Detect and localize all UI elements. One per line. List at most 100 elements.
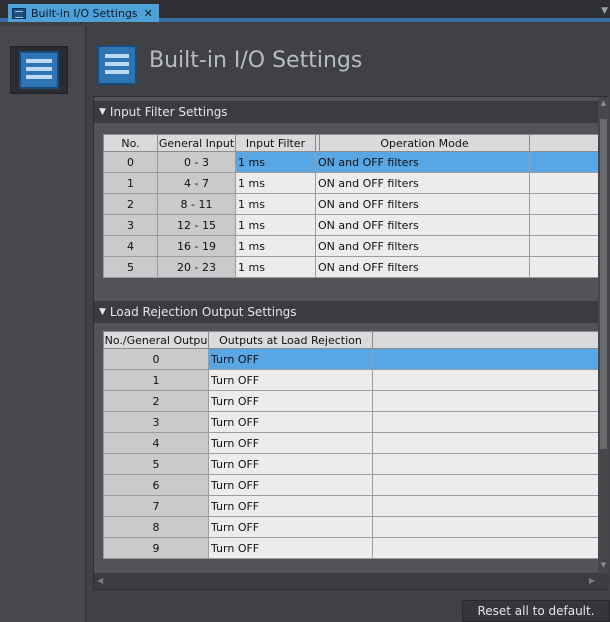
row-output[interactable]: Turn OFF xyxy=(208,474,373,496)
row-empty xyxy=(372,453,601,475)
table-row[interactable]: 6 Turn OFF xyxy=(103,474,601,496)
row-no: 9 xyxy=(103,537,209,559)
row-general-input: 0 - 3 xyxy=(157,151,236,173)
row-operation-mode[interactable]: ON and OFF filters xyxy=(315,235,530,257)
row-output[interactable]: Turn OFF xyxy=(208,432,373,454)
row-operation-mode[interactable]: ON and OFF filters xyxy=(315,172,530,194)
row-no: 1 xyxy=(103,172,158,194)
row-empty xyxy=(529,235,601,257)
row-no: 6 xyxy=(103,474,209,496)
row-input-filter[interactable]: 1 ms xyxy=(235,172,316,194)
column-header-outputs-at-load-rejection[interactable]: Outputs at Load Rejection xyxy=(208,331,373,349)
row-empty xyxy=(529,172,601,194)
row-output[interactable]: Turn OFF xyxy=(208,390,373,412)
row-operation-mode[interactable]: ON and OFF filters xyxy=(315,256,530,278)
column-header-operation-mode[interactable]: Operation Mode xyxy=(319,134,530,152)
row-no: 5 xyxy=(103,256,158,278)
row-input-filter[interactable]: 1 ms xyxy=(235,256,316,278)
row-no: 2 xyxy=(103,390,209,412)
row-empty xyxy=(372,474,601,496)
row-output[interactable]: Turn OFF xyxy=(208,516,373,538)
io-settings-icon xyxy=(19,51,59,89)
column-header-no-general-output[interactable]: No./General Outpu xyxy=(103,331,209,349)
row-empty xyxy=(372,411,601,433)
row-general-input: 4 - 7 xyxy=(157,172,236,194)
row-no: 0 xyxy=(103,151,158,173)
column-header-empty xyxy=(372,331,601,349)
row-no: 8 xyxy=(103,516,209,538)
row-empty xyxy=(529,151,601,173)
row-no: 4 xyxy=(103,235,158,257)
row-input-filter[interactable]: 1 ms xyxy=(235,235,316,257)
table-row[interactable]: 4 Turn OFF xyxy=(103,432,601,454)
row-general-input: 20 - 23 xyxy=(157,256,236,278)
row-operation-mode[interactable]: ON and OFF filters xyxy=(315,193,530,215)
section-title: Input Filter Settings xyxy=(109,105,228,119)
row-output[interactable]: Turn OFF xyxy=(208,369,373,391)
table-row[interactable]: 3 Turn OFF xyxy=(103,411,601,433)
tab-label: Built-in I/O Settings xyxy=(31,6,138,20)
column-header-general-input[interactable]: General Input xyxy=(157,134,236,152)
column-header-no[interactable]: No. xyxy=(103,134,158,152)
reset-all-button[interactable]: Reset all to default. xyxy=(462,600,610,622)
builtin-io-nav-button[interactable] xyxy=(10,46,68,94)
column-header-input-filter[interactable]: Input Filter xyxy=(235,134,316,152)
row-input-filter[interactable]: 1 ms xyxy=(235,214,316,236)
row-output[interactable]: Turn OFF xyxy=(208,453,373,475)
table-row[interactable]: 3 12 - 15 1 ms ON and OFF filters xyxy=(103,214,601,236)
io-settings-icon xyxy=(12,7,26,19)
row-empty xyxy=(372,516,601,538)
row-operation-mode[interactable]: ON and OFF filters xyxy=(315,151,530,173)
row-input-filter[interactable]: 1 ms xyxy=(235,151,316,173)
scroll-left-icon[interactable]: ◀ xyxy=(97,576,103,585)
table-row[interactable]: 2 8 - 11 1 ms ON and OFF filters xyxy=(103,193,601,215)
table-row[interactable]: 1 Turn OFF xyxy=(103,369,601,391)
column-header-empty xyxy=(529,134,601,152)
row-output[interactable]: Turn OFF xyxy=(208,411,373,433)
row-empty xyxy=(372,369,601,391)
io-settings-icon xyxy=(97,45,137,85)
chevron-down-icon[interactable]: ▼ xyxy=(601,6,608,16)
row-empty xyxy=(372,432,601,454)
tab-builtin-io-settings[interactable]: Built-in I/O Settings ✕ xyxy=(8,4,159,22)
row-general-input: 16 - 19 xyxy=(157,235,236,257)
collapse-arrow-icon[interactable]: ▼ xyxy=(99,307,106,317)
row-no: 3 xyxy=(103,214,158,236)
row-input-filter[interactable]: 1 ms xyxy=(235,193,316,215)
table-row[interactable]: 2 Turn OFF xyxy=(103,390,601,412)
row-output[interactable]: Turn OFF xyxy=(208,348,373,370)
row-no: 4 xyxy=(103,432,209,454)
settings-panel: ▼ Input Filter Settings No. General Inpu… xyxy=(93,96,609,590)
table-row[interactable]: 8 Turn OFF xyxy=(103,516,601,538)
vertical-scrollbar[interactable]: ▲ ▼ xyxy=(598,97,609,573)
row-output[interactable]: Turn OFF xyxy=(208,537,373,559)
row-no: 1 xyxy=(103,369,209,391)
row-output[interactable]: Turn OFF xyxy=(208,495,373,517)
scrollbar-thumb[interactable] xyxy=(600,119,607,449)
scroll-down-icon[interactable]: ▼ xyxy=(598,561,609,571)
row-empty xyxy=(372,390,601,412)
table-row[interactable]: 9 Turn OFF xyxy=(103,537,601,559)
row-empty xyxy=(372,495,601,517)
table-row[interactable]: 7 Turn OFF xyxy=(103,495,601,517)
scroll-right-icon[interactable]: ▶ xyxy=(589,576,595,585)
input-filter-section-header[interactable]: ▼ Input Filter Settings xyxy=(94,101,598,123)
table-row[interactable]: 5 20 - 23 1 ms ON and OFF filters xyxy=(103,256,601,278)
scroll-up-icon[interactable]: ▲ xyxy=(598,99,609,109)
row-operation-mode[interactable]: ON and OFF filters xyxy=(315,214,530,236)
horizontal-scrollbar[interactable]: ◀ ▶ xyxy=(94,573,609,589)
row-empty xyxy=(372,537,601,559)
row-empty xyxy=(529,214,601,236)
table-row[interactable]: 1 4 - 7 1 ms ON and OFF filters xyxy=(103,172,601,194)
table-row[interactable]: 5 Turn OFF xyxy=(103,453,601,475)
input-filter-table: No. General Input Input Filter Operation… xyxy=(103,134,601,278)
row-no: 7 xyxy=(103,495,209,517)
table-row[interactable]: 4 16 - 19 1 ms ON and OFF filters xyxy=(103,235,601,257)
close-icon[interactable]: ✕ xyxy=(144,7,153,20)
table-row[interactable]: 0 0 - 3 1 ms ON and OFF filters xyxy=(103,151,601,173)
row-no: 3 xyxy=(103,411,209,433)
row-general-input: 8 - 11 xyxy=(157,193,236,215)
collapse-arrow-icon[interactable]: ▼ xyxy=(99,107,106,117)
load-rejection-section-header[interactable]: ▼ Load Rejection Output Settings xyxy=(94,301,598,323)
table-row[interactable]: 0 Turn OFF xyxy=(103,348,601,370)
